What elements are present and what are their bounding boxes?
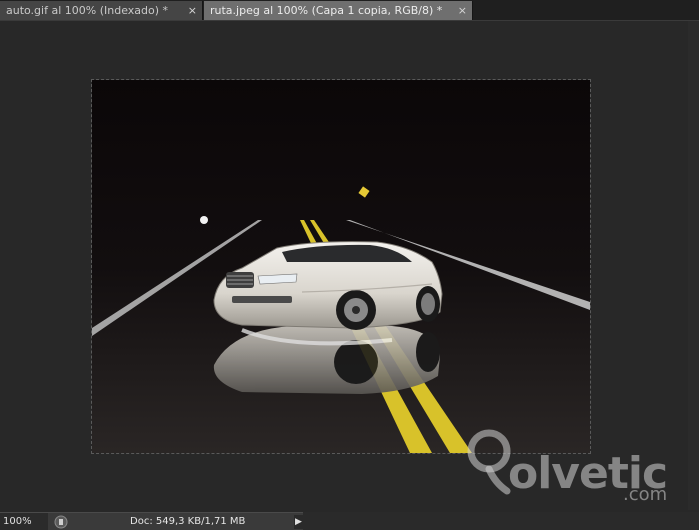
- document-canvas[interactable]: [91, 79, 591, 454]
- tab-ruta-jpeg[interactable]: ruta.jpeg al 100% (Capa 1 copia, RGB/8) …: [204, 1, 473, 20]
- vertical-scrollbar[interactable]: [688, 21, 699, 510]
- document-size-info: Doc: 549,3 KB/1,71 MB: [130, 516, 246, 527]
- document-tab-bar: auto.gif al 100% (Indexado) * × ruta.jpe…: [0, 0, 699, 21]
- tab-auto-gif[interactable]: auto.gif al 100% (Indexado) * ×: [0, 1, 203, 20]
- status-menu-button[interactable]: ▶: [294, 515, 303, 529]
- solvetic-watermark: olvetic .com: [455, 425, 670, 510]
- close-icon[interactable]: ×: [188, 1, 197, 20]
- horizontal-scrollbar[interactable]: [303, 512, 699, 530]
- tab-label: auto.gif al 100% (Indexado) *: [6, 4, 169, 17]
- road-car-image: [92, 80, 590, 453]
- zoom-level-field[interactable]: 100%: [0, 513, 48, 530]
- triangle-right-icon: ▶: [295, 517, 302, 527]
- status-info-icon[interactable]: [54, 515, 68, 529]
- watermark-suffix: .com: [623, 484, 668, 505]
- status-bar: 100% Doc: 549,3 KB/1,71 MB ▶: [0, 512, 303, 530]
- close-icon[interactable]: ×: [458, 1, 467, 20]
- tab-label: ruta.jpeg al 100% (Capa 1 copia, RGB/8) …: [210, 4, 443, 17]
